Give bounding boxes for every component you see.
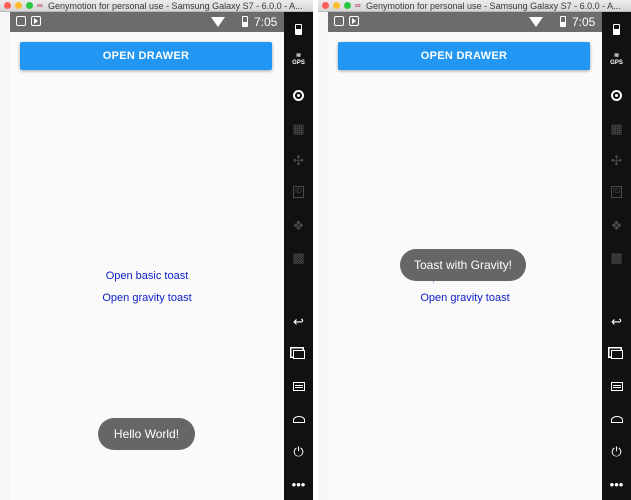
close-window-button[interactable] xyxy=(4,2,11,9)
window-titlebar[interactable]: ∞ Genymotion for personal use - Samsung … xyxy=(318,0,631,12)
window-title: Genymotion for personal use - Samsung Ga… xyxy=(48,1,303,11)
window-titlebar[interactable]: ∞ Genymotion for personal use - Samsung … xyxy=(0,0,313,12)
gps-icon[interactable]: ≋ GPS xyxy=(284,49,313,71)
recent-apps-icon[interactable] xyxy=(284,343,313,365)
genymotion-logo-icon: ∞ xyxy=(355,1,361,10)
gps-label: GPS xyxy=(610,60,623,66)
id-label: ID xyxy=(293,186,304,198)
wifi-icon xyxy=(211,17,225,27)
back-icon[interactable]: ↩ xyxy=(602,310,631,332)
power-icon[interactable]: ⏻ xyxy=(602,440,631,462)
window-title: Genymotion for personal use - Samsung Ga… xyxy=(366,1,621,11)
back-icon[interactable]: ↩ xyxy=(284,310,313,332)
rss-icon: ❖ xyxy=(292,217,305,233)
sms-icon: ▩ xyxy=(292,249,305,265)
gps-icon[interactable]: ≋ GPS xyxy=(602,49,631,71)
dpad-icon: ✣ xyxy=(293,152,304,168)
id-icon: ID xyxy=(602,181,631,203)
sms-icon: ▩ xyxy=(610,249,623,265)
gallery-notification-icon xyxy=(334,16,344,26)
play-notification-icon xyxy=(31,16,41,26)
genymotion-sidebar: ≋ GPS ▦ ✣ ID ❖ ▩ ↩ ⏻ ••• xyxy=(602,12,631,500)
status-time: 7:05 xyxy=(254,15,278,29)
toast-message: Hello World! xyxy=(98,418,195,450)
home-icon[interactable] xyxy=(602,408,631,430)
battery-status-icon xyxy=(242,16,248,27)
webcam-icon[interactable] xyxy=(602,84,631,106)
android-status-bar: 7:05 xyxy=(328,12,602,32)
open-drawer-button[interactable]: OPEN DRAWER xyxy=(20,42,272,70)
wifi-icon xyxy=(529,17,543,27)
home-icon[interactable] xyxy=(284,408,313,430)
open-gravity-toast-link[interactable]: Open gravity toast xyxy=(10,291,284,305)
open-drawer-button[interactable]: OPEN DRAWER xyxy=(338,42,590,70)
gallery-notification-icon xyxy=(16,16,26,26)
genymotion-logo-icon: ∞ xyxy=(37,1,43,10)
zoom-window-button[interactable] xyxy=(344,2,351,9)
battery-icon[interactable] xyxy=(284,18,313,40)
battery-icon[interactable] xyxy=(602,18,631,40)
dpad-icon: ✣ xyxy=(611,152,622,168)
id-icon: ID xyxy=(284,181,313,203)
webcam-icon[interactable] xyxy=(284,84,313,106)
battery-status-icon xyxy=(560,16,566,27)
minimize-window-button[interactable] xyxy=(15,2,22,9)
genymotion-sidebar: ≋ GPS ▦ ✣ ID ❖ ▩ ↩ ⏻ ••• xyxy=(284,12,313,500)
status-time: 7:05 xyxy=(572,15,596,29)
zoom-window-button[interactable] xyxy=(26,2,33,9)
capture-icon: ▦ xyxy=(610,120,623,136)
device-screen: 7:05 OPEN DRAWER Open basic toast Open g… xyxy=(328,12,602,500)
device-screen: 7:05 OPEN DRAWER Open basic toast Open g… xyxy=(10,12,284,500)
android-status-bar: 7:05 xyxy=(10,12,284,32)
gps-label: GPS xyxy=(292,60,305,66)
toast-message: Toast with Gravity! xyxy=(400,249,526,281)
menu-icon[interactable] xyxy=(284,375,313,397)
menu-icon[interactable] xyxy=(602,375,631,397)
close-window-button[interactable] xyxy=(322,2,329,9)
recent-apps-icon[interactable] xyxy=(602,343,631,365)
rss-icon: ❖ xyxy=(610,217,623,233)
minimize-window-button[interactable] xyxy=(333,2,340,9)
open-gravity-toast-link[interactable]: Open gravity toast xyxy=(328,291,602,305)
more-icon[interactable]: ••• xyxy=(602,473,631,495)
more-icon[interactable]: ••• xyxy=(284,473,313,495)
emulator-window-left: ∞ Genymotion for personal use - Samsung … xyxy=(0,0,313,500)
open-basic-toast-link[interactable]: Open basic toast xyxy=(10,269,284,283)
emulator-window-right: ∞ Genymotion for personal use - Samsung … xyxy=(318,0,631,500)
id-label: ID xyxy=(611,186,622,198)
power-icon[interactable]: ⏻ xyxy=(284,440,313,462)
play-notification-icon xyxy=(349,16,359,26)
capture-icon: ▦ xyxy=(292,120,305,136)
